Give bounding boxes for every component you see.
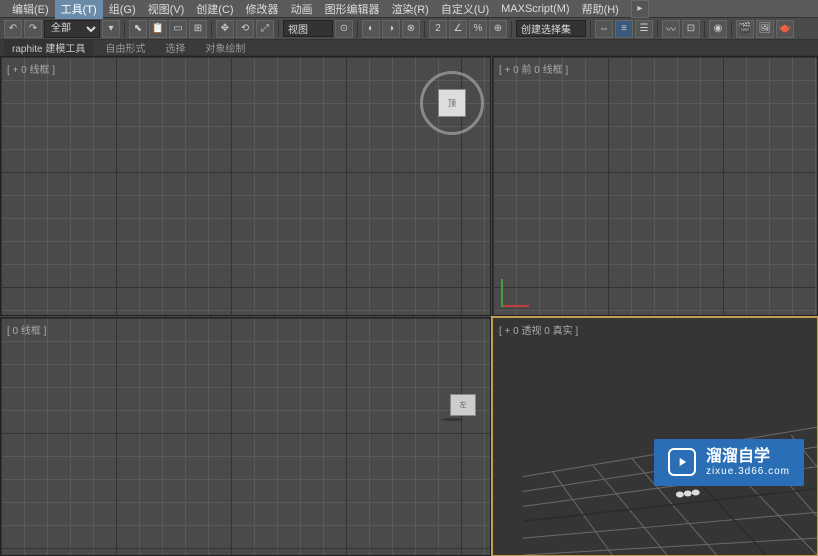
ribbon-tab-graphite[interactable]: raphite 建模工具 — [4, 39, 93, 56]
menu-help[interactable]: 帮助(H) — [576, 0, 625, 19]
snap-2d-icon[interactable]: 2 — [429, 20, 447, 38]
viewport-label-top[interactable]: [ + 0 线框 ] — [7, 61, 55, 76]
ribbon-tab-select[interactable]: 选择 — [157, 39, 193, 56]
menu-customize[interactable]: 自定义(U) — [435, 0, 495, 19]
play-icon — [668, 448, 696, 476]
layer-icon[interactable]: ☰ — [635, 20, 653, 38]
ribbon-tab-freeform[interactable]: 自由形式 — [97, 39, 153, 56]
manip-2-icon[interactable]: ◑ — [382, 20, 400, 38]
grid-major-left — [1, 318, 490, 555]
render-frame-icon[interactable]: 🖼 — [756, 20, 774, 38]
align-icon[interactable]: ≡ — [615, 20, 633, 38]
viewcube-face-top[interactable]: 顶 — [438, 89, 466, 117]
ribbon-tab-paint[interactable]: 对象绘制 — [197, 39, 253, 56]
menu-modifier[interactable]: 修改器 — [240, 0, 285, 19]
render-setup-icon[interactable]: 🎬 — [736, 20, 754, 38]
redo-icon[interactable]: ↷ — [24, 20, 42, 38]
viewport-perspective[interactable]: [ + 0 透视 0 真实 ] — [492, 317, 818, 556]
menu-bar: 编辑(E) 工具(T) 组(G) 视图(V) 创建(C) 修改器 动画 图形编辑… — [0, 0, 818, 18]
cursor-icon[interactable]: ⬉ — [129, 20, 147, 38]
viewports-container: [ + 0 线框 ] 顶 [ + 0 前 0 线框 ] [ 0 线框 ] 左 — [0, 56, 818, 500]
material-icon[interactable]: ◉ — [709, 20, 727, 38]
select-icon[interactable]: ▾ — [102, 20, 120, 38]
watermark-title: 溜溜自学 — [706, 447, 790, 466]
select-rect-icon[interactable]: ▭ — [169, 20, 187, 38]
menu-group[interactable]: 组(G) — [103, 0, 142, 19]
viewcube-left[interactable]: 左 — [450, 394, 476, 416]
watermark: 溜溜自学 zixue.3d66.com — [654, 439, 804, 486]
scale-icon[interactable]: ⤢ — [256, 20, 274, 38]
main-toolbar: ↶ ↷ 全部 ▾ ⬉ 📋 ▭ ⊞ ✥ ⟲ ⤢ ⊙ ◐ ◑ ⊗ 2 ∠ % ⊕ ⇔… — [0, 18, 818, 40]
render-icon[interactable]: 🫖 — [776, 20, 794, 38]
viewcube-top[interactable]: 顶 — [430, 81, 474, 125]
menu-graph-editor[interactable]: 图形编辑器 — [319, 0, 386, 19]
window-icon[interactable]: ⊞ — [189, 20, 207, 38]
menu-tools[interactable]: 工具(T) — [55, 0, 103, 19]
viewport-left[interactable]: [ 0 线框 ] 左 — [0, 317, 491, 556]
menu-animation[interactable]: 动画 — [285, 0, 319, 19]
move-icon[interactable]: ✥ — [216, 20, 234, 38]
menu-maxscript[interactable]: MAXScript(M) — [495, 1, 575, 17]
rotate-icon[interactable]: ⟲ — [236, 20, 254, 38]
menu-render[interactable]: 渲染(R) — [386, 0, 435, 19]
manip-1-icon[interactable]: ◐ — [362, 20, 380, 38]
menu-create[interactable]: 创建(C) — [190, 0, 239, 19]
coord-system-dropdown[interactable] — [283, 20, 333, 37]
curve-editor-icon[interactable]: 〰 — [662, 20, 680, 38]
snap-angle-icon[interactable]: ∠ — [449, 20, 467, 38]
menu-view[interactable]: 视图(V) — [142, 0, 191, 19]
menu-icon-1[interactable]: ▸ — [631, 0, 649, 18]
grid-major-top — [1, 57, 490, 315]
filter-dropdown[interactable]: 全部 — [44, 20, 100, 38]
perspective-grid — [493, 318, 817, 555]
snap-percent-icon[interactable]: % — [469, 20, 487, 38]
coord-center-icon[interactable]: ⊙ — [335, 20, 353, 38]
undo-icon[interactable]: ↶ — [4, 20, 22, 38]
viewport-front[interactable]: [ + 0 前 0 线框 ] — [492, 56, 818, 316]
snap-spinner-icon[interactable]: ⊕ — [489, 20, 507, 38]
viewport-label-perspective[interactable]: [ + 0 透视 0 真实 ] — [499, 322, 578, 337]
viewport-label-left[interactable]: [ 0 线框 ] — [7, 322, 46, 337]
mirror-icon[interactable]: ⇔ — [595, 20, 613, 38]
schematic-icon[interactable]: ⊡ — [682, 20, 700, 38]
named-selection-input[interactable] — [516, 20, 586, 37]
ribbon-tabs: raphite 建模工具 自由形式 选择 对象绘制 — [0, 40, 818, 56]
axis-gizmo-front — [501, 267, 541, 307]
manip-3-icon[interactable]: ⊗ — [402, 20, 420, 38]
watermark-url: zixue.3d66.com — [706, 466, 790, 478]
select-name-icon[interactable]: 📋 — [149, 20, 167, 38]
menu-edit[interactable]: 编辑(E) — [6, 0, 55, 19]
viewport-top[interactable]: [ + 0 线框 ] 顶 — [0, 56, 491, 316]
viewport-label-front[interactable]: [ + 0 前 0 线框 ] — [499, 61, 568, 76]
grid-major-front — [493, 57, 817, 315]
